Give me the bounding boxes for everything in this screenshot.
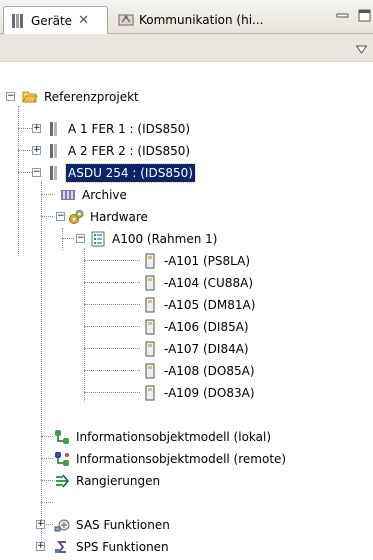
tree-item-label: -A107 (DI84A) [164,342,249,356]
expand-icon[interactable]: + [32,146,41,155]
tree-item-referenzprojekt[interactable]: Referenzprojekt [22,86,141,108]
module-card-icon [142,297,158,313]
tree-item-asdu254[interactable]: ASDU 254 : (IDS850) [46,162,196,184]
routing-icon [54,473,70,489]
tree-item-label: -A104 (CU88A) [164,276,253,290]
tree-item-label: Informationsobjektmodell (lokal) [76,430,272,444]
tab-geraete[interactable]: Geräte ✕ [3,6,108,34]
archive-icon [60,187,76,203]
expand-icon[interactable]: + [32,124,41,133]
tree-item-label: A 1 FER 1 : (IDS850) [68,122,191,136]
view-menu-chevron-down-icon[interactable] [355,43,368,54]
tree-item-infomodell-remote[interactable]: Informationsobjektmodell (remote) [54,448,288,470]
collapse-icon[interactable]: − [32,168,41,177]
tree-item-label: SAS Funktionen [76,518,170,532]
gears-icon [68,209,84,225]
tree-item-label: A 2 FER 2 : (IDS850) [68,144,191,158]
tree-item-sas-funktionen[interactable]: SAS Funktionen [54,514,172,536]
tree-item-hardware[interactable]: Hardware [68,206,150,228]
rack-frame-icon [90,231,106,247]
sps-function-icon [54,539,70,555]
tree-item-label: SPS Funktionen [76,540,169,554]
module-card-icon [142,275,158,291]
module-card-icon [142,319,158,335]
tree-item-archive[interactable]: Archive [60,184,129,206]
device-rack-icon [46,121,62,137]
tab-label: Geräte [31,13,73,28]
tree-item-label: -A106 (DI85A) [164,320,249,334]
close-icon[interactable]: ✕ [78,13,89,28]
tree-item-a1-fer1[interactable]: A 1 FER 1 : (IDS850) [46,118,192,140]
tree-item-label: -A101 (PS8LA) [164,254,251,268]
tree-item-module[interactable]: -A109 (DO83A) [142,382,257,404]
tree-item-label: Referenzprojekt [44,90,139,104]
expand-icon[interactable]: + [36,542,45,551]
view-toolbar [0,34,373,62]
object-model-icon [54,429,70,445]
module-card-icon [142,363,158,379]
tree-item-module[interactable]: -A101 (PS8LA) [142,250,252,272]
tree-item-label: Archive [82,188,127,202]
device-rack-icon [46,165,62,181]
tree-item-label: A100 (Rahmen 1) [112,232,218,246]
collapse-root-icon[interactable]: − [6,92,15,101]
tree-item-a100-rahmen1[interactable]: A100 (Rahmen 1) [90,228,219,250]
expand-icon[interactable]: + [36,520,45,529]
device-rack-icon [46,143,62,159]
collapse-icon[interactable]: − [56,212,65,221]
tree-item-label: Informationsobjektmodell (remote) [76,452,287,466]
tab-kommunikation[interactable]: Kommunikation (hi... [112,6,322,34]
tab-label: Kommunikation (hi... [139,13,264,27]
object-model-remote-icon [54,451,70,467]
tree-item-label: -A109 (DO83A) [164,386,255,400]
tree-item-module[interactable]: -A106 (DI85A) [142,316,251,338]
collapse-icon[interactable]: − [76,234,85,243]
module-card-icon [142,385,158,401]
communication-icon [118,12,134,28]
module-card-icon [142,253,158,269]
tree-item-label: -A108 (DO85A) [164,364,255,378]
devices-icon [10,13,26,29]
device-tree: − + + − − − + + Referenzprojekt A 1 FER … [0,62,373,560]
tree-item-label: Hardware [90,210,148,224]
tree-item-module[interactable]: -A107 (DI84A) [142,338,251,360]
view-tab-bar: Geräte ✕ Kommunikation (hi... [0,0,373,34]
maximize-icon[interactable] [357,9,373,23]
folder-open-icon [22,89,38,105]
tree-item-module[interactable]: -A108 (DO85A) [142,360,257,382]
sas-function-icon [54,517,70,533]
module-card-icon [142,341,158,357]
tree-item-a2-fer2[interactable]: A 2 FER 2 : (IDS850) [46,140,192,162]
minimize-icon[interactable] [335,9,351,23]
tree-item-rangierungen[interactable]: Rangierungen [54,470,162,492]
tree-item-infomodell-lokal[interactable]: Informationsobjektmodell (lokal) [54,426,273,448]
tree-item-module[interactable]: -A105 (DM81A) [142,294,257,316]
tree-item-sps-funktionen[interactable]: SPS Funktionen [54,536,171,558]
tree-item-module[interactable]: -A104 (CU88A) [142,272,255,294]
tree-item-label-selected: ASDU 254 : (IDS850) [65,163,196,183]
tree-item-label: -A105 (DM81A) [164,298,256,312]
tree-item-label: Rangierungen [76,474,161,488]
